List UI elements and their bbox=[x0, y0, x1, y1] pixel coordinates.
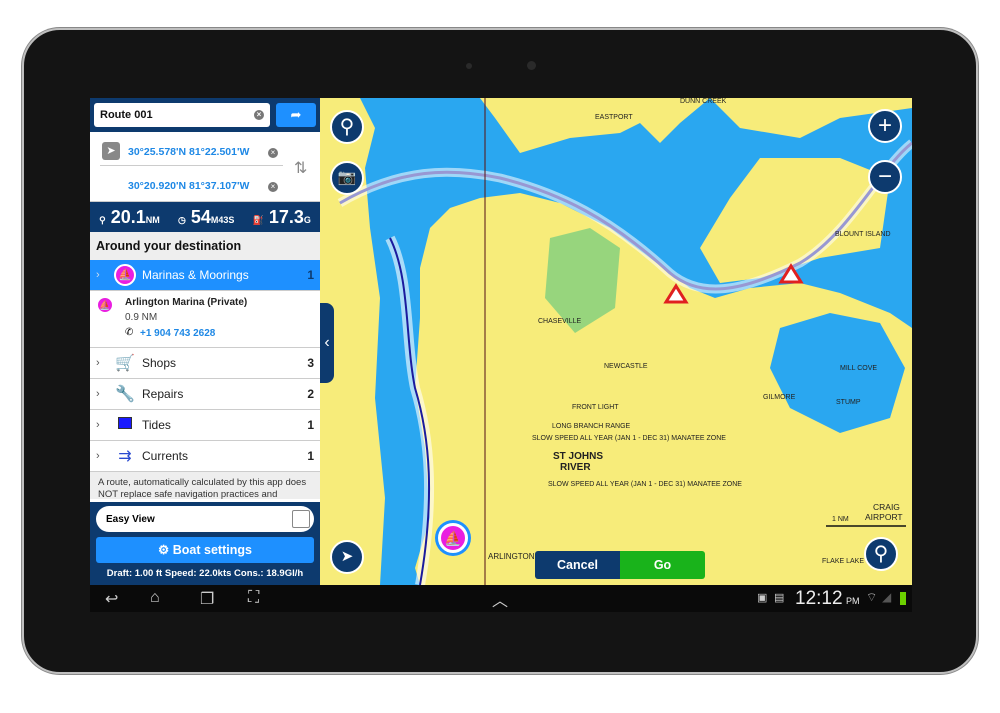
marina-icon: ⛵ bbox=[96, 296, 114, 314]
plus-icon: + bbox=[877, 112, 892, 139]
minus-icon: − bbox=[877, 163, 892, 190]
locate-button[interactable]: ➤ bbox=[330, 540, 364, 574]
clear-icon[interactable]: × bbox=[254, 110, 264, 120]
start-coordinate[interactable]: 30°25.578'N 81°22.501'W bbox=[128, 146, 249, 158]
compass-icon: ⚲ bbox=[99, 214, 106, 225]
scale-label: 1 NM bbox=[832, 516, 849, 523]
map-label: EASTPORT bbox=[595, 114, 633, 121]
share-button[interactable]: ➦ bbox=[276, 103, 316, 127]
zoom-out-button[interactable]: − bbox=[868, 160, 902, 194]
end-coordinate[interactable]: 30°20.920'N 81°37.107'W bbox=[128, 180, 249, 192]
cancel-button[interactable]: Cancel bbox=[535, 551, 620, 579]
recent-apps-icon[interactable]: ❐ bbox=[200, 589, 214, 609]
map-label: STUMP bbox=[836, 399, 861, 406]
search-icon: ⚲ bbox=[339, 116, 355, 138]
map-label: LONG BRANCH RANGE bbox=[552, 423, 631, 430]
zoom-in-button[interactable]: + bbox=[868, 109, 902, 143]
camera-icon: 📷 bbox=[337, 169, 357, 186]
distance-stat: ⚲ 20.1NM bbox=[99, 206, 160, 227]
around-title: Around your destination bbox=[90, 232, 320, 260]
map-label: CHASEVILLE bbox=[538, 318, 582, 325]
boat-info: Draft: 1.00 ft Speed: 22.0kts Cons.: 18.… bbox=[106, 568, 304, 579]
cart-icon: 🛒 bbox=[115, 355, 135, 372]
map-label: DUNN CREEK bbox=[680, 98, 727, 105]
screenshot-icon[interactable]: ⛶ bbox=[248, 589, 259, 607]
briefcase-icon: ▤ bbox=[774, 592, 785, 604]
chevron-left-icon: ‹ bbox=[324, 334, 330, 351]
category-shops[interactable]: › 🛒 Shops 3 bbox=[90, 348, 320, 379]
disclaimer: A route, automatically calculated by thi… bbox=[90, 472, 320, 499]
navigation-arrow-icon: ➤ bbox=[340, 548, 354, 565]
boat-settings-button[interactable]: ⚙ Boat settings bbox=[96, 537, 314, 563]
back-icon[interactable]: ↩ bbox=[105, 589, 118, 609]
gallery-icon: ▣ bbox=[757, 592, 768, 604]
go-button[interactable]: Go bbox=[620, 551, 705, 579]
chevron-up-icon[interactable]: ︿ bbox=[492, 587, 508, 611]
location-arrow-icon[interactable]: ➤ bbox=[102, 142, 120, 160]
front-camera bbox=[527, 61, 536, 70]
marina-name: Arlington Marina (Private) bbox=[125, 297, 248, 308]
compass-button[interactable]: ⚲ bbox=[864, 537, 898, 571]
map-label: RIVER bbox=[560, 462, 591, 473]
destination-marina-marker[interactable]: ⛵ bbox=[438, 523, 468, 553]
wifi-icon: ⌔ bbox=[866, 590, 878, 604]
marina-phone[interactable]: +1 904 743 2628 bbox=[140, 328, 215, 339]
battery-icon bbox=[900, 592, 906, 605]
marina-icon: ⛵ bbox=[114, 264, 136, 286]
swap-icon[interactable]: ⇅ bbox=[294, 158, 307, 178]
map-label: FRONT LIGHT bbox=[572, 404, 619, 411]
time-stat: ◷ 54M43S bbox=[177, 206, 235, 227]
route-name-input[interactable]: Route 001 × bbox=[94, 103, 270, 127]
share-icon: ➦ bbox=[290, 107, 302, 122]
camera-button[interactable]: 📷 bbox=[330, 161, 364, 195]
map-label: ST JOHNS bbox=[553, 451, 604, 462]
easy-view-label: Easy View bbox=[106, 513, 155, 525]
category-repairs[interactable]: › 🔧 Repairs 2 bbox=[90, 379, 320, 410]
fuel-icon: ⛽ bbox=[252, 214, 264, 225]
route-name: Route 001 bbox=[100, 109, 153, 121]
nautical-chart-map[interactable]: EASTPORT DUNN CREEK BLOUNT ISLAND CHASEV… bbox=[320, 98, 912, 585]
fuel-stat: ⛽ 17.3G bbox=[252, 206, 311, 227]
map-label: AIRPORT bbox=[865, 512, 903, 522]
map-label: NEWCASTLE bbox=[604, 363, 648, 370]
map-label: FLAKE LAKE bbox=[822, 558, 865, 565]
easy-view-toggle[interactable]: Easy View bbox=[96, 506, 314, 532]
currents-icon: ⇉ bbox=[118, 448, 132, 465]
category-currents[interactable]: › ⇉ Currents 1 bbox=[90, 441, 320, 472]
map-canvas bbox=[320, 98, 912, 585]
sensor bbox=[466, 63, 472, 69]
tides-icon bbox=[112, 416, 138, 434]
search-button[interactable]: ⚲ bbox=[330, 110, 364, 144]
category-tides[interactable]: › Tides 1 bbox=[90, 410, 320, 441]
collapse-panel-handle[interactable]: ‹ bbox=[320, 303, 334, 383]
compass-icon: ⚲ bbox=[873, 543, 889, 565]
phone-icon: ✆ bbox=[125, 327, 134, 338]
marina-distance: 0.9 NM bbox=[125, 312, 158, 323]
map-label: CRAIG bbox=[873, 502, 900, 512]
marina-detail[interactable]: ⛵ Arlington Marina (Private) 0.9 NM ✆ +1… bbox=[90, 291, 320, 348]
clock-time: 12:12 bbox=[795, 588, 843, 609]
screen: Route 001 × ➦ ➤ 30°25.578'N 81°22.501'W 3… bbox=[90, 98, 912, 612]
bottom-controls: Easy View ⚙ Boat settings Draft: 1.00 ft… bbox=[90, 502, 320, 585]
route-stats: ⚲ 20.1NM ◷ 54M43S ⛽ 17.3G bbox=[90, 202, 320, 232]
map-label: GILMORE bbox=[763, 394, 796, 401]
map-label: SLOW SPEED ALL YEAR (JAN 1 - DEC 31) MAN… bbox=[532, 435, 726, 442]
easy-view-checkbox[interactable] bbox=[292, 510, 310, 528]
map-label: BLOUNT ISLAND bbox=[835, 231, 891, 238]
clock-icon: ◷ bbox=[177, 214, 186, 225]
wrench-icon: 🔧 bbox=[115, 386, 135, 403]
signal-icon: ◢ bbox=[882, 590, 892, 604]
gear-icon: ⚙ bbox=[158, 543, 170, 557]
clear-start-icon[interactable]: × bbox=[268, 148, 278, 158]
clear-end-icon[interactable]: × bbox=[268, 182, 278, 192]
map-label: SLOW SPEED ALL YEAR (JAN 1 - DEC 31) MAN… bbox=[548, 481, 742, 488]
android-system-bar: ↩ ⌂ ❐ ⛶ ︿ ▣ ▤ 12:12 PM ⌔ ◢ bbox=[90, 585, 912, 612]
home-icon[interactable]: ⌂ bbox=[150, 589, 160, 607]
map-label: ARLINGTON bbox=[488, 552, 535, 561]
clock-ampm: PM bbox=[846, 596, 860, 606]
map-label: MILL COVE bbox=[840, 365, 878, 372]
category-marinas[interactable]: › ⛵ Marinas & Moorings 1 bbox=[90, 260, 320, 291]
